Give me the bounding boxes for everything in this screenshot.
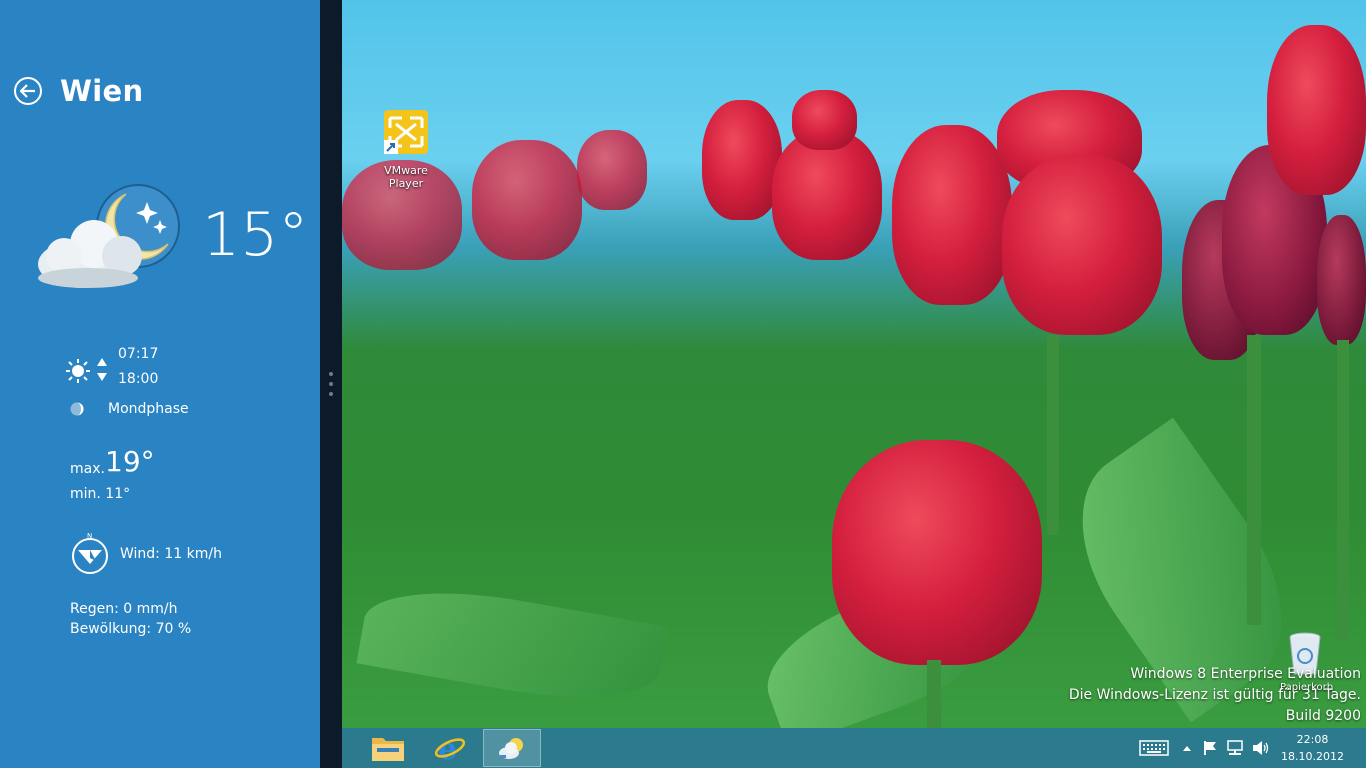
tulip-stem (1337, 340, 1349, 640)
current-temperature: 15° (202, 200, 309, 270)
volume-button[interactable] (1250, 738, 1272, 758)
splitter-grip-dot (329, 392, 333, 396)
cloud-cover: Bewölkung: 70 % (70, 621, 192, 637)
tulip-stem (927, 660, 941, 728)
min-temp: min. 11° (70, 486, 131, 502)
tulip (577, 130, 647, 210)
tulip (792, 90, 857, 150)
tulip-leaf (356, 574, 668, 716)
weather-app-icon (499, 738, 523, 759)
tulip (702, 100, 782, 220)
show-hidden-icons-button[interactable] (1180, 738, 1194, 758)
network-icon (1227, 740, 1243, 755)
folder-icon (372, 738, 404, 761)
action-center-button[interactable] (1200, 738, 1220, 758)
sunrise-time: 07:17 (118, 346, 159, 362)
taskbar-clock[interactable]: 22:08 18.10.2012 (1281, 731, 1344, 765)
tulip (472, 140, 582, 260)
max-temp-value: 19° (105, 445, 155, 478)
moon-phase-icon (70, 402, 84, 416)
tulip (892, 125, 1012, 305)
max-temp-label: max. (70, 461, 105, 477)
chevron-up-icon (1183, 746, 1191, 751)
watermark-line: Windows 8 Enterprise Evaluation (1130, 666, 1361, 682)
taskbar-weather-button[interactable] (483, 729, 541, 767)
desktop-icon-vmware-player[interactable]: VMware Player (366, 108, 446, 190)
vmware-player-icon (384, 110, 428, 154)
tulip (832, 440, 1042, 665)
back-button[interactable] (14, 77, 42, 105)
touch-keyboard-button[interactable] (1138, 738, 1170, 758)
tulip-stem (1247, 335, 1261, 625)
tulip-stem (1047, 335, 1059, 535)
arrow-left-icon (20, 84, 35, 98)
partly-cloudy-night-icon (38, 184, 180, 288)
snap-splitter[interactable] (320, 0, 342, 768)
tulip (1002, 155, 1162, 335)
desktop-icon-label: VMware Player (384, 164, 428, 190)
keyboard-icon (1139, 740, 1169, 756)
taskbar: e 22:08 18.10.2012 (342, 728, 1366, 768)
weather-app-panel: Wien 15° 07:17 18:00 Mondphase max. 19° … (0, 0, 320, 768)
rain-amount: Regen: 0 mm/h (70, 601, 178, 617)
city-title: Wien (60, 74, 144, 108)
taskbar-file-explorer-button[interactable] (359, 729, 417, 767)
windows-evaluation-watermark: Windows 8 Enterprise Evaluation Die Wind… (1069, 664, 1361, 727)
desktop-background: VMware Player Papierkorb Windows 8 Enter… (342, 0, 1366, 728)
tulip (1267, 25, 1366, 195)
tulip (1317, 215, 1366, 345)
splitter-grip-dot (329, 372, 333, 376)
sunrise-sunset-arrows-icon (97, 358, 107, 381)
clock-date: 18.10.2012 (1281, 750, 1344, 763)
splitter-grip-dot (329, 382, 333, 386)
watermark-line: Build 9200 (1285, 708, 1361, 724)
sunset-time: 18:00 (118, 371, 159, 387)
taskbar-internet-explorer-button[interactable]: e (421, 729, 479, 767)
watermark-line: Die Windows-Lizenz ist gültig für 31 Tag… (1068, 687, 1361, 703)
speaker-icon (1253, 741, 1269, 755)
moon-phase-label: Mondphase (108, 401, 189, 417)
flag-icon (1204, 741, 1216, 755)
clock-time: 22:08 (1296, 733, 1329, 746)
ie-icon: e (434, 732, 466, 764)
wind-speed: Wind: 11 km/h (120, 546, 222, 562)
network-button[interactable] (1224, 738, 1246, 758)
wind-compass-icon: N (72, 532, 108, 574)
sun-icon (66, 359, 90, 383)
